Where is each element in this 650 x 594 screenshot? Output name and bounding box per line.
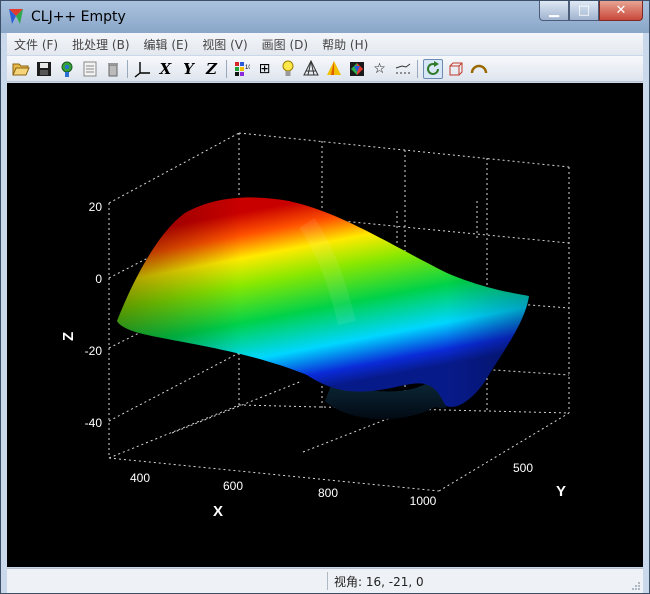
palette-grid-icon: 10 bbox=[234, 61, 250, 76]
folder-open-icon bbox=[11, 63, 30, 75]
minimize-icon: ▁ bbox=[549, 3, 559, 18]
z-axis-title: Z bbox=[60, 332, 77, 341]
y-axis-title: Y bbox=[556, 483, 566, 500]
z-tick-label: -20 bbox=[85, 344, 103, 358]
surface bbox=[117, 197, 529, 420]
menu-view[interactable]: 视图 (V) bbox=[195, 36, 254, 53]
minimize-button[interactable]: ▁ bbox=[539, 1, 569, 21]
window-title: CLJ++ Empty bbox=[31, 9, 126, 25]
surface-plot[interactable]: 20 0 -20 -40 Z 400 600 800 1000 X 500 Y bbox=[7, 83, 643, 567]
wireframe-button[interactable] bbox=[301, 59, 321, 79]
z-tick-label: 0 bbox=[95, 272, 102, 286]
menu-batch[interactable]: 批处理 (B) bbox=[65, 36, 136, 53]
z-axis-button[interactable]: Z bbox=[202, 59, 222, 79]
menu-help[interactable]: 帮助 (H) bbox=[315, 36, 375, 53]
menu-bar: 文件 (F) 批处理 (B) 编辑 (E) 视图 (V) 画图 (D) 帮助 (… bbox=[7, 33, 643, 55]
plot-viewport[interactable]: 20 0 -20 -40 Z 400 600 800 1000 X 500 Y bbox=[7, 83, 643, 567]
light-button[interactable] bbox=[278, 59, 298, 79]
zoom-button[interactable] bbox=[469, 59, 489, 79]
x-tick-label: 1000 bbox=[410, 494, 437, 508]
arc-icon bbox=[470, 64, 487, 73]
text-button[interactable]: ⊞ bbox=[255, 59, 275, 79]
window-controls: ▁ □ ✕ bbox=[539, 1, 643, 23]
menu-file[interactable]: 文件 (F) bbox=[7, 36, 65, 53]
surface-button[interactable] bbox=[324, 59, 344, 79]
x-tick-label: 400 bbox=[130, 471, 150, 485]
wireframe-cone-icon bbox=[302, 59, 319, 75]
svg-text:10: 10 bbox=[245, 65, 250, 71]
z-axis: 20 0 -20 -40 Z bbox=[60, 200, 102, 430]
lightbulb-icon bbox=[282, 60, 293, 76]
title-bar[interactable]: CLJ++ Empty ▁ □ ✕ bbox=[1, 1, 649, 33]
toolbar-separator bbox=[226, 59, 227, 78]
status-bar: 视角: 16, -21, 0 bbox=[7, 568, 643, 593]
resize-grip-icon[interactable] bbox=[629, 579, 641, 591]
toolbar-separator bbox=[127, 59, 128, 78]
status-separator bbox=[327, 572, 328, 590]
toolbar-separator bbox=[417, 59, 418, 78]
y-axis-button[interactable]: Y bbox=[179, 59, 199, 79]
axes-button[interactable] bbox=[133, 59, 153, 79]
menu-draw[interactable]: 画图 (D) bbox=[255, 36, 315, 53]
maximize-icon: □ bbox=[577, 3, 591, 18]
view-angle-readout: 视角: 16, -21, 0 bbox=[334, 575, 424, 589]
menu-edit[interactable]: 编辑 (E) bbox=[137, 36, 196, 53]
colormap-icon bbox=[61, 61, 72, 77]
x-axis-button[interactable]: X bbox=[156, 59, 176, 79]
x-axis: 400 600 800 1000 X bbox=[130, 471, 437, 520]
rotate-button[interactable] bbox=[422, 58, 443, 79]
close-icon: ✕ bbox=[615, 3, 627, 18]
toolbar: X Y Z 10 ⊞ bbox=[7, 56, 643, 82]
y-axis: 500 Y bbox=[513, 461, 566, 500]
document-icon bbox=[83, 61, 96, 76]
save-button[interactable] bbox=[34, 59, 54, 79]
x-tick-label: 600 bbox=[223, 479, 243, 493]
color-wheel-icon bbox=[349, 61, 364, 76]
y-tick-label: 500 bbox=[513, 461, 533, 475]
colormap-button[interactable] bbox=[57, 59, 77, 79]
star-button[interactable]: ☆ bbox=[370, 59, 390, 79]
palette-button[interactable]: 10 bbox=[232, 59, 252, 79]
close-button[interactable]: ✕ bbox=[599, 1, 643, 21]
maximize-button[interactable]: □ bbox=[569, 1, 599, 21]
app-logo-icon bbox=[9, 9, 23, 24]
clear-button[interactable] bbox=[103, 59, 123, 79]
color-surface-button[interactable] bbox=[347, 59, 367, 79]
move-button[interactable] bbox=[446, 59, 466, 79]
document-button[interactable] bbox=[80, 59, 100, 79]
dashed-line-icon bbox=[395, 63, 410, 73]
surface-cone-icon bbox=[326, 60, 341, 75]
axes-icon bbox=[134, 61, 150, 78]
rotate-icon bbox=[426, 60, 439, 75]
open-button[interactable] bbox=[11, 59, 31, 79]
x-tick-label: 800 bbox=[318, 486, 338, 500]
trash-icon bbox=[107, 62, 118, 76]
line-style-button[interactable] bbox=[393, 59, 413, 79]
x-axis-title: X bbox=[213, 503, 223, 520]
z-tick-label: 20 bbox=[89, 200, 103, 214]
app-window: CLJ++ Empty ▁ □ ✕ 文件 (F) 批处理 (B) 编辑 (E) … bbox=[0, 0, 650, 594]
cube-move-icon bbox=[449, 62, 462, 75]
save-icon bbox=[36, 61, 51, 76]
z-tick-label: -40 bbox=[85, 416, 103, 430]
